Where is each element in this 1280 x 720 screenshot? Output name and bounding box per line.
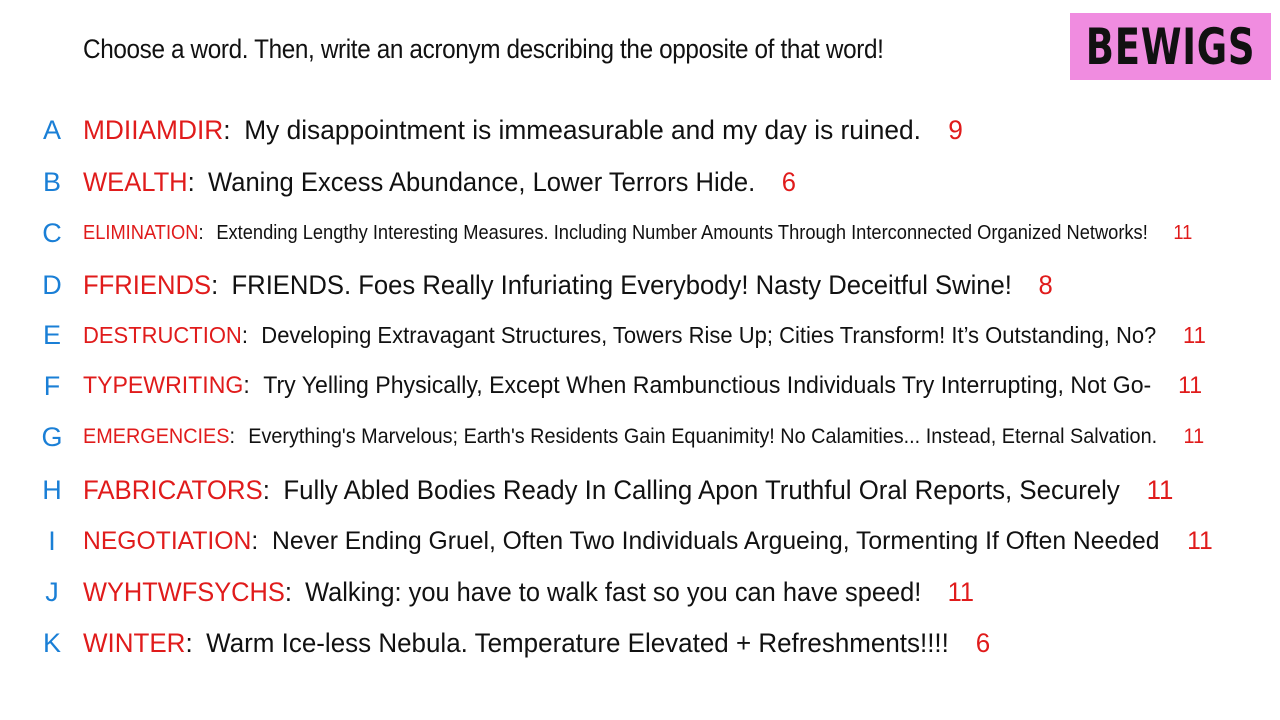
item-entry: ELIMINATION: Extending Lengthy Interestin…: [83, 222, 1192, 245]
item-word: FFRIENDS: [83, 269, 212, 300]
item-letter: A: [42, 114, 61, 145]
item-entry: EMERGENCIES: Everything's Marvelous; Eart…: [83, 425, 1204, 449]
item-word: WYHTWFSYCHS: [83, 576, 285, 607]
bewigs-logo: BEWIGS: [1070, 13, 1271, 80]
item-definition: Warm Ice-less Nebula. Temperature Elevat…: [206, 627, 949, 658]
item-count: 8: [1038, 269, 1053, 300]
item-definition: Everything's Marvelous; Earth's Resident…: [248, 425, 1158, 448]
item-letter: F: [43, 370, 61, 401]
item-entry: DESTRUCTION: Developing Extravagant Struc…: [83, 322, 1206, 349]
item-entry: FABRICATORS: Fully Abled Bodies Ready In …: [83, 475, 1173, 506]
item-count: 11: [1178, 372, 1203, 399]
slide: Choose a word. Then, write an acronym de…: [0, 0, 1280, 720]
item-definition: My disappointment is immeasurable and my…: [244, 114, 921, 145]
item-colon: :: [251, 526, 259, 555]
item-word: WEALTH: [83, 166, 188, 197]
item-letter: E: [42, 319, 61, 350]
list-item: G EMERGENCIES: Everything's Marvelous; Ea…: [0, 417, 1280, 457]
item-letter: C: [42, 217, 62, 248]
item-letter: D: [42, 269, 62, 300]
item-word: NEGOTIATION: [83, 526, 252, 555]
list-item: F TYPEWRITING: Try Yelling Physically, Ex…: [0, 366, 1280, 406]
item-entry: WINTER: Warm Ice-less Nebula. Temperature…: [83, 628, 990, 659]
item-definition: Fully Abled Bodies Ready In Calling Apon…: [283, 474, 1120, 505]
item-colon: :: [211, 269, 219, 300]
item-count: 11: [1146, 474, 1174, 505]
item-colon: :: [223, 114, 231, 145]
item-entry: MDIIAMDIR: My disappointment is immeasura…: [83, 115, 963, 146]
item-count: 11: [1187, 526, 1213, 555]
item-entry: WEALTH: Waning Excess Abundance, Lower Te…: [83, 167, 796, 198]
list-item: I NEGOTIATION: Never Ending Gruel, Often …: [0, 521, 1280, 561]
item-count: 11: [1173, 221, 1193, 244]
item-entry: NEGOTIATION: Never Ending Gruel, Often Tw…: [83, 527, 1213, 556]
item-word: TYPEWRITING: [83, 372, 244, 399]
logo-text: BEWIGS: [1085, 17, 1256, 76]
item-definition: Developing Extravagant Structures, Tower…: [261, 321, 1157, 348]
item-colon: :: [243, 372, 250, 399]
item-definition: Waning Excess Abundance, Lower Terrors H…: [208, 166, 756, 197]
item-count: 11: [1183, 321, 1206, 348]
item-count: 6: [975, 627, 991, 658]
item-letter: I: [48, 525, 56, 556]
item-count: 11: [1183, 425, 1205, 448]
item-colon: :: [185, 627, 193, 658]
item-word: EMERGENCIES: [83, 425, 230, 448]
list-item: A MDIIAMDIR: My disappointment is immeasu…: [0, 110, 1280, 150]
item-count: 9: [948, 114, 963, 145]
prompt-text: Choose a word. Then, write an acronym de…: [83, 34, 884, 64]
item-definition: Walking: you have to walk fast so you ca…: [305, 576, 922, 607]
item-entry: TYPEWRITING: Try Yelling Physically, Exce…: [83, 372, 1202, 400]
item-letter: H: [42, 474, 62, 505]
item-colon: :: [284, 576, 292, 607]
item-word: WINTER: [83, 627, 186, 658]
item-colon: :: [229, 425, 236, 448]
item-colon: :: [241, 321, 248, 348]
item-letter: B: [42, 166, 61, 197]
list-item: E DESTRUCTION: Developing Extravagant Str…: [0, 315, 1280, 355]
item-entry: WYHTWFSYCHS: Walking: you have to walk fa…: [83, 577, 974, 608]
list-item: K WINTER: Warm Ice-less Nebula. Temperatu…: [0, 623, 1280, 663]
list-item: H FABRICATORS: Fully Abled Bodies Ready I…: [0, 470, 1280, 510]
item-word: FABRICATORS: [83, 474, 263, 505]
item-colon: :: [262, 474, 270, 505]
item-definition: Extending Lengthy Interesting Measures. …: [216, 221, 1148, 244]
list-item: B WEALTH: Waning Excess Abundance, Lower …: [0, 162, 1280, 202]
item-letter: K: [42, 627, 61, 658]
item-letter: J: [45, 576, 59, 607]
item-colon: :: [187, 166, 195, 197]
item-count: 11: [947, 576, 975, 607]
list-item: J WYHTWFSYCHS: Walking: you have to walk …: [0, 572, 1280, 612]
item-letter: G: [41, 421, 63, 452]
item-definition: Try Yelling Physically, Except When Ramb…: [263, 372, 1152, 399]
item-definition: Never Ending Gruel, Often Two Individual…: [272, 526, 1160, 555]
list-item: D FFRIENDS: FRIENDS. Foes Really Infuriat…: [0, 265, 1280, 305]
item-word: ELIMINATION: [83, 221, 199, 244]
item-definition: FRIENDS. Foes Really Infuriating Everybo…: [231, 269, 1012, 300]
list-item: C ELIMINATION: Extending Lengthy Interest…: [0, 213, 1280, 253]
item-word: MDIIAMDIR: [83, 114, 224, 145]
item-entry: FFRIENDS: FRIENDS. Foes Really Infuriatin…: [83, 270, 1053, 301]
item-colon: :: [198, 221, 204, 244]
item-count: 6: [781, 166, 796, 197]
item-word: DESTRUCTION: [83, 321, 242, 348]
